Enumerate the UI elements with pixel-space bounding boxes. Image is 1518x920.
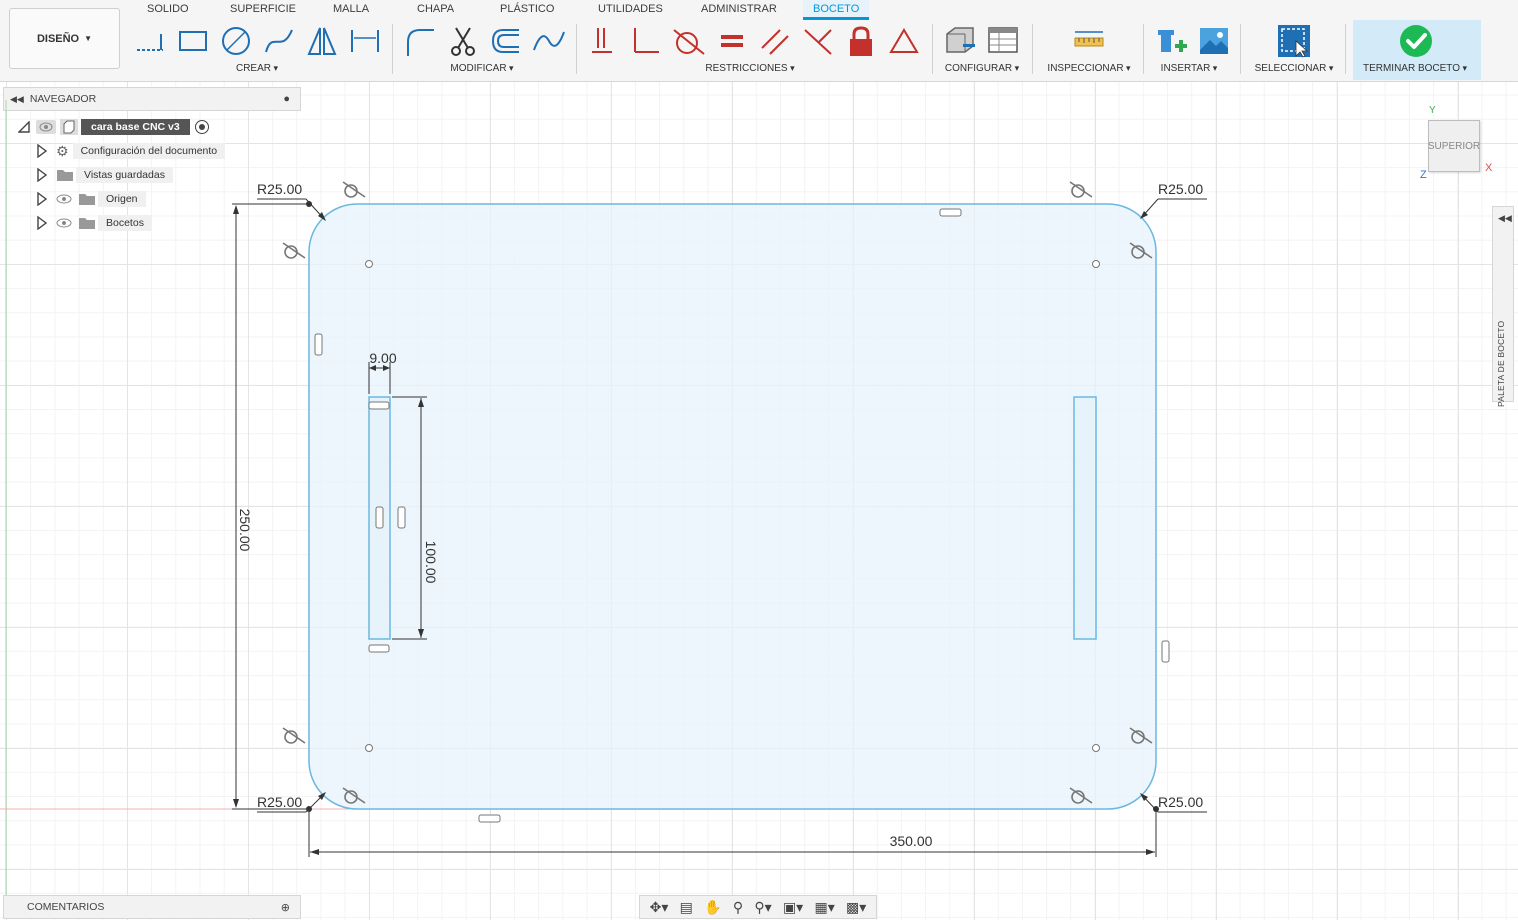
arc-center-point[interactable] — [365, 260, 373, 268]
radius-dimension-value[interactable]: R25.00 — [1158, 181, 1203, 197]
add-comment-icon[interactable]: ⊕ — [281, 901, 290, 914]
zoom-icon[interactable]: ⚲ — [733, 899, 743, 916]
height-dimension-value[interactable]: 250.00 — [237, 509, 253, 552]
right-slot-profile[interactable] — [1073, 396, 1097, 640]
orbit-icon[interactable]: ✥▾ — [650, 899, 669, 916]
comments-panel[interactable]: COMENTARIOS ⊕ — [3, 895, 301, 919]
radius-dimension-value[interactable]: R25.00 — [257, 794, 302, 810]
comments-label: COMENTARIOS — [27, 901, 105, 913]
arc-center-point[interactable] — [365, 744, 373, 752]
look-at-icon[interactable]: ▤ — [680, 899, 693, 916]
radius-dimension-value[interactable]: R25.00 — [1158, 794, 1203, 810]
width-dimension[interactable]: 350.00 — [308, 812, 1157, 857]
arc-center-point[interactable] — [1092, 260, 1100, 268]
width-dimension-value[interactable]: 350.00 — [890, 833, 933, 849]
radius-dimension-value[interactable]: R25.00 — [257, 181, 302, 197]
arc-center-point[interactable] — [1092, 744, 1100, 752]
height-dimension[interactable]: 250.00 — [232, 203, 306, 810]
radius-dimension-top-right[interactable]: R25.00 — [1140, 181, 1207, 219]
radius-dimension-top-left[interactable]: R25.00 — [257, 181, 326, 221]
fit-icon[interactable]: ⚲▾ — [754, 899, 771, 916]
navigation-bar: ✥▾ ▤ ✋ ⚲ ⚲▾ ▣▾ ▦▾ ▩▾ — [639, 895, 877, 919]
sketch-canvas[interactable]: 250.00 350.00 9.00 100.00 R25.00 R25.00 … — [0, 0, 1518, 920]
radius-dimension-bottom-right[interactable]: R25.00 — [1140, 793, 1207, 813]
base-plate-profile[interactable] — [308, 203, 1157, 810]
viewports-icon[interactable]: ▩▾ — [846, 899, 866, 916]
display-settings-icon[interactable]: ▣▾ — [783, 899, 803, 916]
slot-height-dimension-value[interactable]: 100.00 — [423, 541, 439, 584]
slot-width-dimension-value[interactable]: 9.00 — [369, 350, 396, 366]
grid-settings-icon[interactable]: ▦▾ — [814, 899, 834, 916]
pan-icon[interactable]: ✋ — [704, 899, 721, 916]
